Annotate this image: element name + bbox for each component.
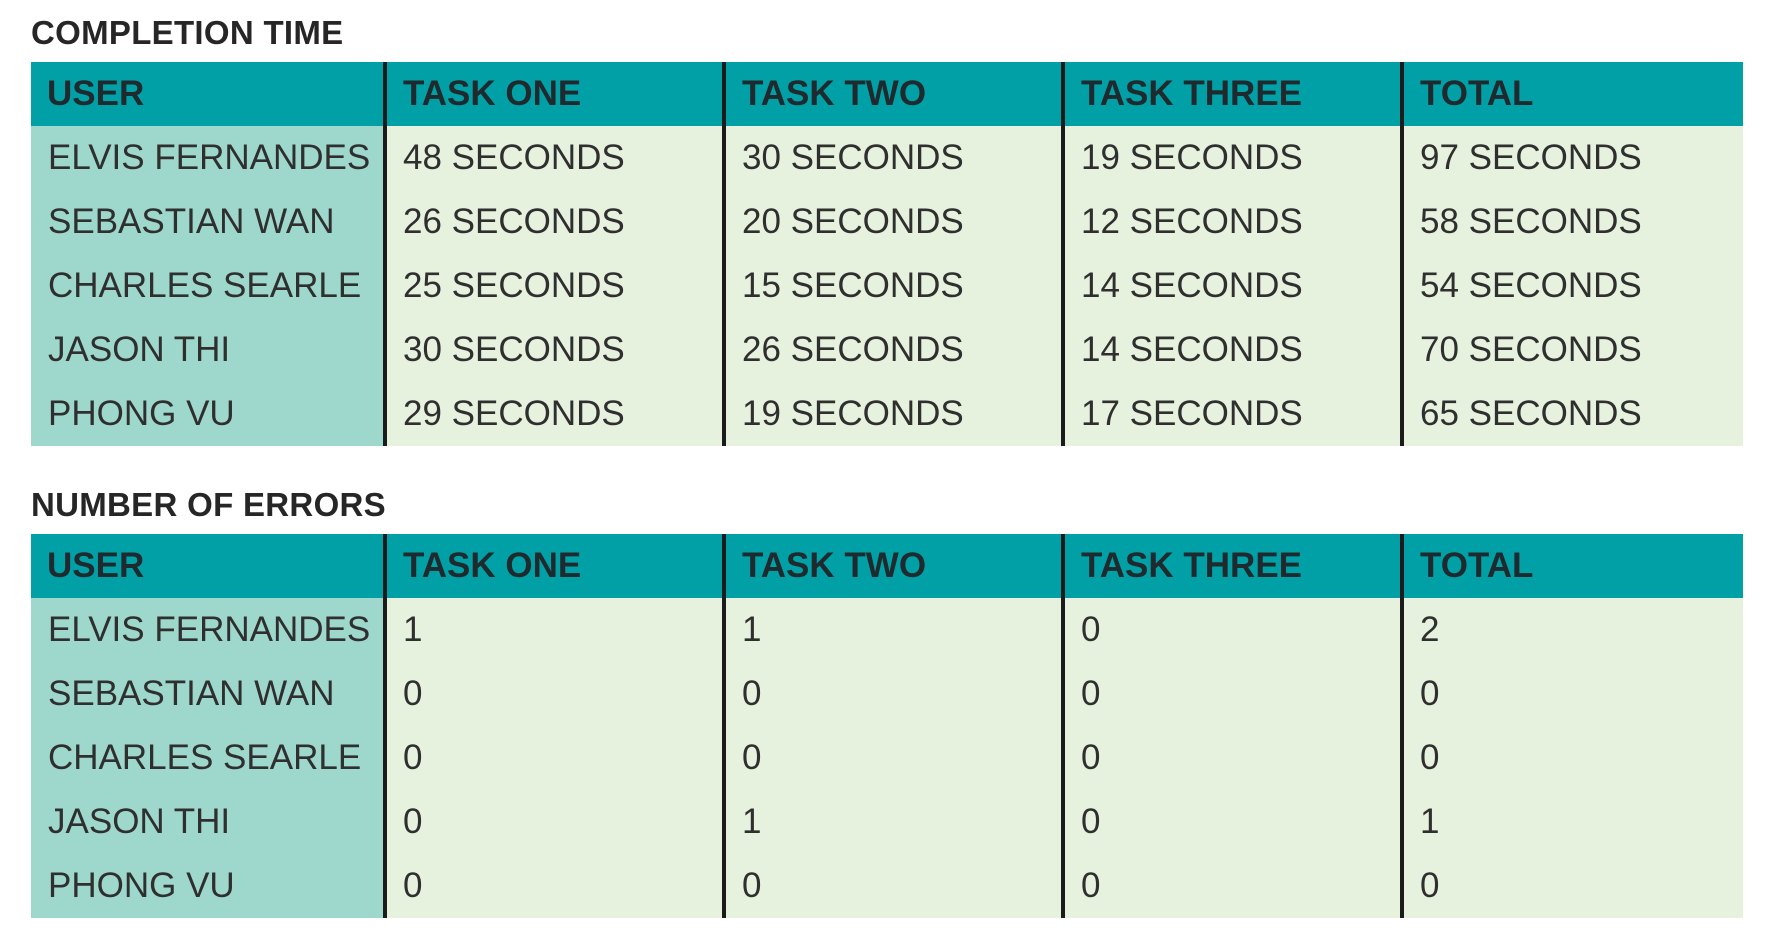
user-name-cell: SEBASTIAN WAN <box>31 662 385 726</box>
number-of-errors-section: NUMBER OF ERRORS USER TASK ONE TASK TWO … <box>31 482 1743 918</box>
task-one-cell: 30 SECONDS <box>383 318 724 382</box>
column-header-total: TOTAL <box>1400 62 1743 126</box>
table-row: JASON THI 0 1 0 1 <box>31 790 1743 854</box>
column-header-user: USER <box>31 534 385 598</box>
table-header-row: USER TASK ONE TASK TWO TASK THREE TOTAL <box>31 534 1743 598</box>
column-header-task-one: TASK ONE <box>383 62 724 126</box>
table-row: SEBASTIAN WAN 0 0 0 0 <box>31 662 1743 726</box>
task-two-cell: 30 SECONDS <box>722 126 1063 190</box>
user-name-cell: PHONG VU <box>31 382 385 446</box>
task-one-cell: 0 <box>383 790 724 854</box>
task-three-cell: 17 SECONDS <box>1061 382 1402 446</box>
task-one-cell: 0 <box>383 854 724 918</box>
table-row: ELVIS FERNANDES 48 SECONDS 30 SECONDS 19… <box>31 126 1743 190</box>
column-header-task-three: TASK THREE <box>1061 534 1402 598</box>
task-one-cell: 0 <box>383 662 724 726</box>
task-two-cell: 1 <box>722 790 1063 854</box>
column-header-total: TOTAL <box>1400 534 1743 598</box>
task-three-cell: 0 <box>1061 790 1402 854</box>
total-cell: 0 <box>1400 726 1743 790</box>
total-cell: 0 <box>1400 662 1743 726</box>
total-cell: 1 <box>1400 790 1743 854</box>
user-name-cell: ELVIS FERNANDES <box>31 598 385 662</box>
total-cell: 97 SECONDS <box>1400 126 1743 190</box>
total-cell: 58 SECONDS <box>1400 190 1743 254</box>
column-header-task-two: TASK TWO <box>722 534 1063 598</box>
user-name-cell: ELVIS FERNANDES <box>31 126 385 190</box>
task-three-cell: 14 SECONDS <box>1061 254 1402 318</box>
table-row: CHARLES SEARLE 25 SECONDS 15 SECONDS 14 … <box>31 254 1743 318</box>
completion-time-section: COMPLETION TIME USER TASK ONE TASK TWO T… <box>31 10 1743 446</box>
table-row: PHONG VU 0 0 0 0 <box>31 854 1743 918</box>
total-cell: 2 <box>1400 598 1743 662</box>
task-two-cell: 20 SECONDS <box>722 190 1063 254</box>
user-name-cell: PHONG VU <box>31 854 385 918</box>
user-name-cell: JASON THI <box>31 790 385 854</box>
column-header-task-two: TASK TWO <box>722 62 1063 126</box>
task-one-cell: 29 SECONDS <box>383 382 724 446</box>
total-cell: 65 SECONDS <box>1400 382 1743 446</box>
task-one-cell: 25 SECONDS <box>383 254 724 318</box>
task-two-cell: 15 SECONDS <box>722 254 1063 318</box>
table-row: JASON THI 30 SECONDS 26 SECONDS 14 SECON… <box>31 318 1743 382</box>
task-three-cell: 19 SECONDS <box>1061 126 1402 190</box>
task-three-cell: 0 <box>1061 598 1402 662</box>
task-three-cell: 0 <box>1061 854 1402 918</box>
task-two-cell: 0 <box>722 854 1063 918</box>
user-name-cell: CHARLES SEARLE <box>31 254 385 318</box>
column-header-user: USER <box>31 62 385 126</box>
task-one-cell: 0 <box>383 726 724 790</box>
task-two-cell: 26 SECONDS <box>722 318 1063 382</box>
task-three-cell: 0 <box>1061 726 1402 790</box>
task-three-cell: 0 <box>1061 662 1402 726</box>
task-two-cell: 19 SECONDS <box>722 382 1063 446</box>
number-of-errors-table: USER TASK ONE TASK TWO TASK THREE TOTAL … <box>31 534 1743 918</box>
user-name-cell: SEBASTIAN WAN <box>31 190 385 254</box>
number-of-errors-title: NUMBER OF ERRORS <box>31 486 386 523</box>
table-row: SEBASTIAN WAN 26 SECONDS 20 SECONDS 12 S… <box>31 190 1743 254</box>
user-name-cell: JASON THI <box>31 318 385 382</box>
task-two-cell: 0 <box>722 662 1063 726</box>
column-header-task-one: TASK ONE <box>383 534 724 598</box>
table-row: PHONG VU 29 SECONDS 19 SECONDS 17 SECOND… <box>31 382 1743 446</box>
total-cell: 54 SECONDS <box>1400 254 1743 318</box>
table-header-row: USER TASK ONE TASK TWO TASK THREE TOTAL <box>31 62 1743 126</box>
total-cell: 0 <box>1400 854 1743 918</box>
table-row: CHARLES SEARLE 0 0 0 0 <box>31 726 1743 790</box>
completion-time-title: COMPLETION TIME <box>31 14 344 51</box>
task-one-cell: 1 <box>383 598 724 662</box>
table-row: ELVIS FERNANDES 1 1 0 2 <box>31 598 1743 662</box>
task-three-cell: 12 SECONDS <box>1061 190 1402 254</box>
task-one-cell: 26 SECONDS <box>383 190 724 254</box>
task-one-cell: 48 SECONDS <box>383 126 724 190</box>
task-two-cell: 0 <box>722 726 1063 790</box>
total-cell: 70 SECONDS <box>1400 318 1743 382</box>
completion-time-table: USER TASK ONE TASK TWO TASK THREE TOTAL … <box>31 62 1743 446</box>
column-header-task-three: TASK THREE <box>1061 62 1402 126</box>
task-two-cell: 1 <box>722 598 1063 662</box>
user-name-cell: CHARLES SEARLE <box>31 726 385 790</box>
task-three-cell: 14 SECONDS <box>1061 318 1402 382</box>
